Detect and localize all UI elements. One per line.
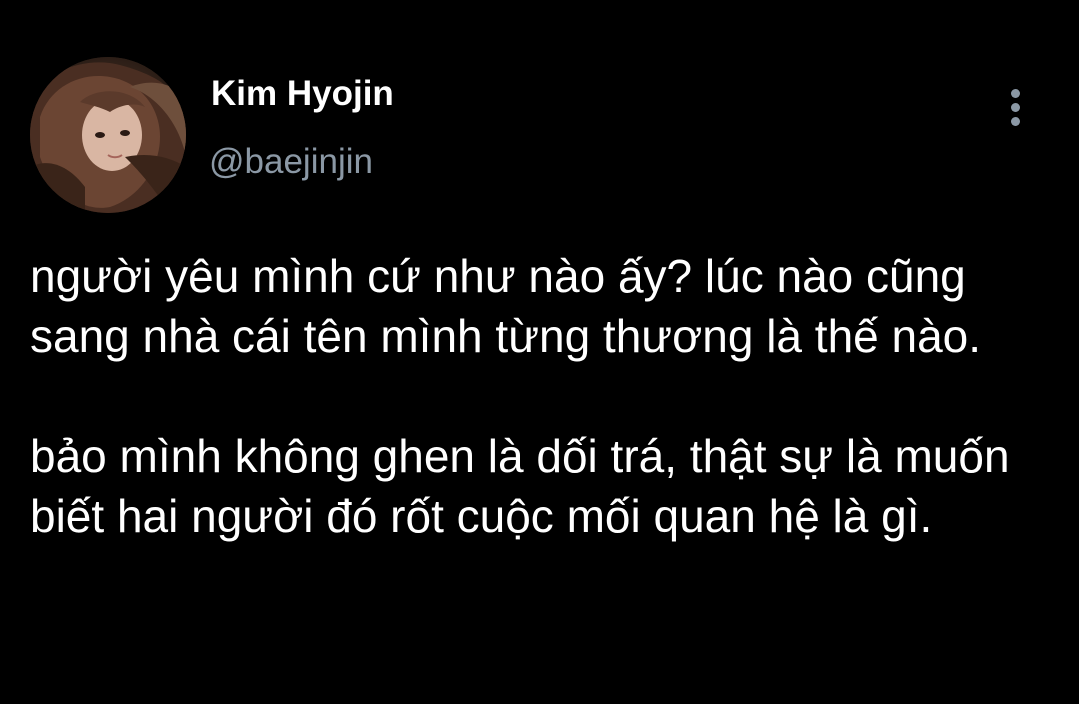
tweet-paragraph: bảo mình không ghen là dối trá, thật sự … bbox=[30, 430, 1010, 542]
more-vertical-icon-dot bbox=[1011, 117, 1020, 126]
more-vertical-icon-dot bbox=[1011, 103, 1020, 112]
author-handle[interactable]: @baejinjin bbox=[209, 140, 373, 184]
tweet-text: người yêu mình cứ như nào ấy? lúc nào cũ… bbox=[30, 246, 1060, 546]
tweet-card: Kim Hyojin @baejinjin người yêu mình cứ … bbox=[0, 0, 1079, 704]
author-display-name[interactable]: Kim Hyojin bbox=[211, 72, 394, 116]
more-options-button[interactable] bbox=[995, 82, 1037, 134]
more-vertical-icon bbox=[1011, 89, 1020, 98]
avatar[interactable] bbox=[30, 57, 186, 213]
avatar-photo bbox=[30, 57, 186, 213]
tweet-paragraph: người yêu mình cứ như nào ấy? lúc nào cũ… bbox=[30, 250, 982, 362]
